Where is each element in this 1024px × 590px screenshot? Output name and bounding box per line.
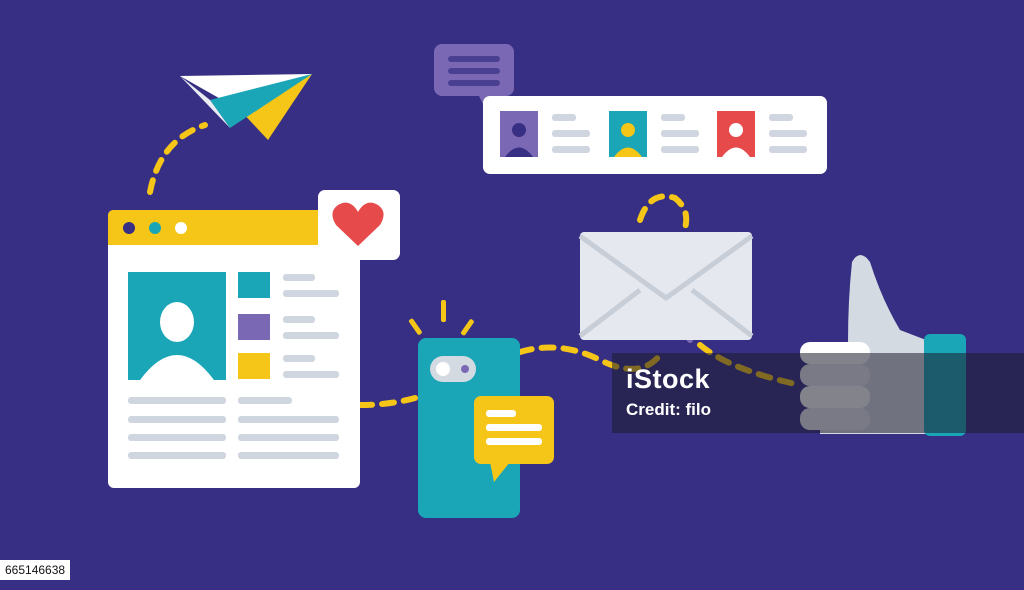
- user-avatar-icon: [128, 272, 226, 380]
- watermark-logo: iStock: [626, 364, 711, 394]
- watermark-credit: Credit: filo: [626, 400, 711, 419]
- contacts-card: [483, 96, 827, 174]
- envelope-icon: [578, 232, 754, 340]
- dashed-path-envelope-top: [637, 193, 690, 231]
- illustration-stage: iStock Credit: filo 665146638: [0, 0, 1024, 590]
- social-media-illustration: [108, 44, 966, 518]
- dashed-path-browser-phone: [357, 395, 418, 408]
- paper-plane-icon: [180, 74, 312, 140]
- stock-id-label: 665146638: [0, 560, 71, 580]
- dashed-path-plane: [147, 122, 208, 195]
